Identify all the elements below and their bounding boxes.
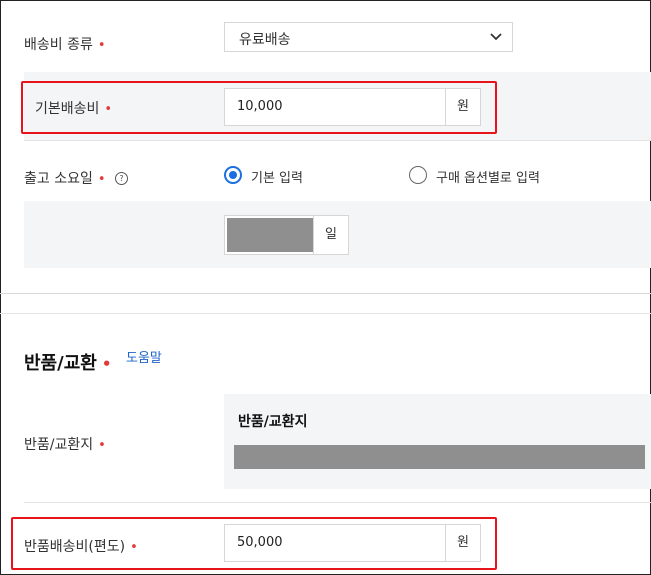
redacted-address (234, 445, 645, 469)
help-icon[interactable]: ? (115, 172, 128, 185)
days-unit: 일 (313, 216, 348, 254)
return-address-card (224, 394, 651, 489)
redacted-value (227, 218, 313, 252)
radio-per-option-input-label[interactable]: 구매 옵션별로 입력 (436, 167, 540, 186)
section-divider (0, 293, 651, 294)
return-section-title-text: 반품/교환 (24, 353, 97, 374)
return-address-label: 반품/교환지 • (24, 434, 106, 454)
dispatch-days-input[interactable]: 일 (224, 215, 349, 255)
shipping-fee-type-label-text: 배송비 종류 (24, 37, 93, 53)
required-mark: • (97, 172, 106, 187)
highlight-box-return-fee (11, 517, 497, 570)
divider (24, 140, 651, 141)
required-mark: • (98, 438, 106, 453)
divider (24, 502, 651, 503)
required-mark: • (97, 38, 106, 53)
shipping-fee-type-value: 유료배송 (239, 32, 291, 48)
return-section-title: 반품/교환 • (24, 349, 111, 375)
radio-default-input-label[interactable]: 기본 입력 (251, 167, 303, 186)
dispatch-days-label-text: 출고 소요일 (24, 171, 93, 187)
radio-per-option-input[interactable] (409, 166, 427, 184)
shipping-fee-type-label: 배송비 종류 • (24, 34, 106, 54)
radio-default-input[interactable] (224, 166, 242, 184)
required-mark: • (101, 355, 112, 373)
help-link[interactable]: 도움말 (126, 347, 162, 366)
shipping-fee-type-select[interactable]: 유료배송 (224, 22, 513, 52)
chevron-down-icon (490, 33, 502, 41)
section-divider (0, 313, 651, 314)
return-address-label-text: 반품/교환지 (24, 437, 94, 453)
return-address-card-title: 반품/교환지 (238, 414, 308, 430)
highlight-box-base-fee (21, 81, 497, 134)
dispatch-days-label: 출고 소요일 • (24, 168, 106, 188)
